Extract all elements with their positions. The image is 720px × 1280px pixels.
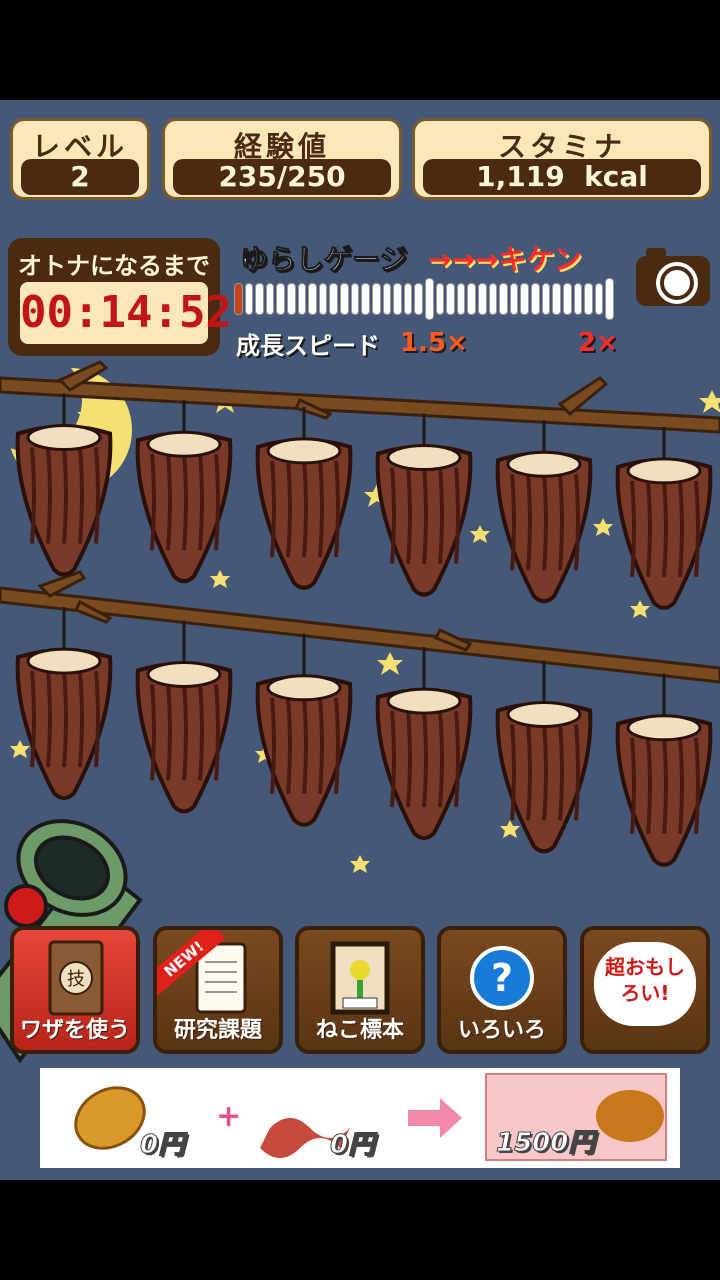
- gauge-segment: [350, 283, 360, 315]
- super-fun-button[interactable]: 超おもしろい!: [580, 926, 710, 1054]
- gauge-segment: [552, 283, 561, 315]
- gauge-segment: [499, 283, 508, 315]
- misc-label: いろいろ: [457, 1018, 546, 1043]
- gauge-segment: [520, 283, 530, 315]
- cocoon[interactable]: [375, 647, 473, 841]
- adult-timer: オトナになるまで 00:14:52: [8, 238, 232, 356]
- cocoon[interactable]: [495, 660, 593, 854]
- cocoon[interactable]: [135, 400, 233, 584]
- svg-text:技: 技: [67, 969, 85, 990]
- gauge-segment: [467, 283, 477, 315]
- game-scene[interactable]: レベル 2 経験値 235/250 スタミナ 1,119 kcal オトナになる…: [0, 100, 720, 1180]
- exp-value: 235/250: [173, 159, 391, 195]
- gauge-segment: [594, 283, 604, 315]
- gauge-segment: [478, 283, 487, 315]
- gauge-segment: [297, 283, 307, 315]
- gauge-segment: [371, 283, 381, 315]
- gauge-segment: [393, 283, 402, 315]
- gauge-title: ゆらしゲージ: [239, 243, 408, 277]
- gauge-segment: [265, 283, 275, 315]
- gauge-segment: [255, 283, 264, 315]
- level-value: 2: [21, 159, 139, 195]
- ad-banner[interactable]: + 0円 0円 1500円: [40, 1068, 680, 1168]
- exp-panel: 経験値 235/250: [162, 118, 402, 200]
- gauge-segment: [318, 283, 328, 315]
- burger-icon: [596, 1090, 664, 1142]
- status-bar: [0, 0, 720, 100]
- research-task-button[interactable]: NEW! 研究課題: [153, 926, 283, 1054]
- gauge-segment: [488, 283, 498, 315]
- cocoon[interactable]: [135, 620, 233, 814]
- stamina-value: 1,119 kcal: [423, 159, 701, 195]
- gauge-segment: [276, 283, 286, 315]
- super-fun-label: 超おもしろい!: [605, 955, 685, 1005]
- speed-marker-2: 2×: [578, 328, 618, 358]
- gauge-segment: [605, 278, 614, 320]
- gauge-segment: [287, 283, 296, 315]
- gauge-segment: [244, 283, 254, 315]
- misc-button[interactable]: ? いろいろ: [437, 926, 567, 1054]
- gauge-segment: [446, 283, 455, 315]
- gauge-segment: [435, 283, 445, 315]
- ad-price-1: 0円: [139, 1130, 185, 1161]
- cat-specimen-icon: [299, 938, 421, 1018]
- timer-value: 00:14:52: [20, 282, 232, 344]
- gauge-segment: [531, 283, 540, 315]
- gauge-segment: [456, 283, 466, 315]
- ad-price-2: 0円: [329, 1130, 375, 1161]
- gauge-segment: [361, 283, 370, 315]
- svg-text:?: ?: [491, 956, 513, 1000]
- cocoon[interactable]: [255, 406, 353, 590]
- cocoon[interactable]: [15, 607, 113, 801]
- camera-icon[interactable]: [636, 248, 710, 306]
- cocoon[interactable]: [255, 633, 353, 827]
- use-skill-button[interactable]: 技 ワザを使う: [10, 926, 140, 1054]
- ad-price-3: 1500円: [495, 1128, 595, 1159]
- danger-label: →→→キケン: [428, 243, 582, 276]
- svg-text:+: +: [216, 1099, 241, 1134]
- gauge-segment: [340, 283, 349, 315]
- gauge-segment: [573, 283, 583, 315]
- shake-gauge: [234, 278, 614, 320]
- cocoon[interactable]: [375, 413, 473, 597]
- gauge-segment: [584, 283, 593, 315]
- gauge-segment: [424, 278, 434, 320]
- skill-book-icon: 技: [14, 938, 136, 1018]
- level-panel: レベル 2: [10, 118, 150, 200]
- cocoon[interactable]: [615, 426, 713, 610]
- cocoon[interactable]: [615, 673, 713, 867]
- speed-marker-1: 1.5×: [400, 328, 468, 358]
- gauge-segment: [329, 283, 339, 315]
- cat-specimen-button[interactable]: ねこ標本: [295, 926, 425, 1054]
- help-icon: ?: [441, 938, 563, 1018]
- cocoon[interactable]: [15, 393, 113, 577]
- use-skill-label: ワザを使う: [19, 1018, 130, 1043]
- gauge-segment: [414, 283, 423, 315]
- research-task-label: 研究課題: [173, 1018, 262, 1043]
- gauge-segment: [403, 283, 413, 315]
- gauge-segment: [308, 283, 317, 315]
- cocoon[interactable]: [495, 420, 593, 604]
- gauge-segment: [541, 283, 551, 315]
- growth-speed-label: 成長スピード: [236, 332, 380, 360]
- gauge-segment: [562, 283, 572, 315]
- navigation-bar: [0, 1180, 720, 1280]
- cat-specimen-label: ねこ標本: [315, 1018, 404, 1043]
- gauge-segment: [382, 283, 392, 315]
- timer-label: オトナになるまで: [18, 252, 210, 280]
- stamina-panel: スタミナ 1,119 kcal: [412, 118, 712, 200]
- arrow-icon: [408, 1098, 462, 1138]
- gauge-segment: [234, 283, 243, 315]
- gauge-segment: [509, 283, 519, 315]
